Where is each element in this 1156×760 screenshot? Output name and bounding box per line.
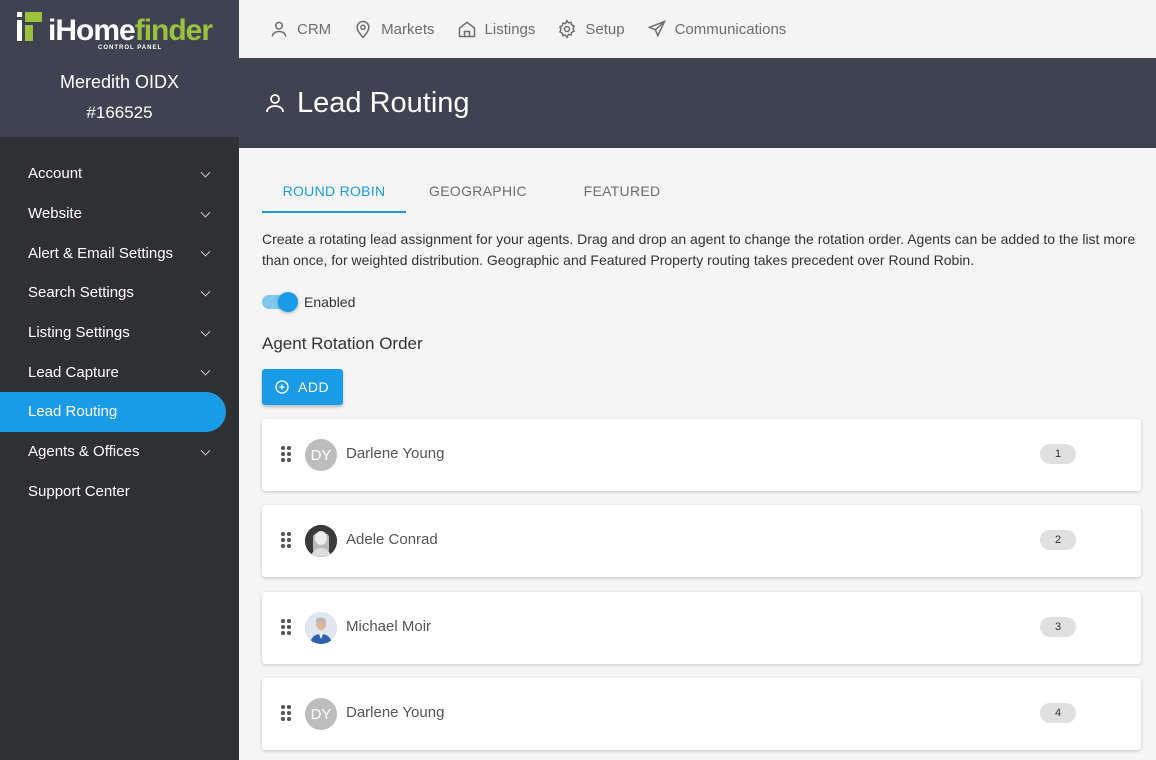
sidebar-item-label: Website <box>28 205 82 223</box>
gear-icon <box>559 19 576 39</box>
sidebar-item-label: Alert & Email Settings <box>28 244 174 262</box>
person-icon <box>271 21 287 37</box>
drag-handle-icon[interactable] <box>281 446 293 464</box>
list-item[interactable]: Adele Conrad 2 <box>262 505 1141 577</box>
avatar: DY <box>305 698 337 730</box>
main-content: ROUND ROBIN GEOGRAPHIC FEATURED Create a… <box>262 148 1141 405</box>
agent-name: Adele Conrad <box>346 531 438 548</box>
chevron-down-icon <box>200 286 211 297</box>
account-name: Meredith OIDX <box>59 72 180 92</box>
drag-handle-icon[interactable] <box>281 619 293 637</box>
drag-handle-icon[interactable] <box>281 705 293 723</box>
page-title: Lead Routing <box>297 86 470 119</box>
house-icon <box>458 21 475 38</box>
rotation-rank-badge: 4 <box>1040 703 1076 723</box>
sidebar-item-label: Support Center <box>28 482 130 500</box>
add-agent-button[interactable]: ADD <box>262 369 344 405</box>
chevron-down-icon <box>200 326 211 337</box>
sidebar-item-lead-routing[interactable]: Lead Routing <box>0 392 226 432</box>
chevron-down-icon <box>200 246 211 257</box>
list-item[interactable]: DY Darlene Young 4 <box>262 678 1141 750</box>
sidebar-item-label: Lead Routing <box>28 403 118 421</box>
top-nav-listings[interactable]: Listings <box>457 19 536 39</box>
send-icon <box>647 20 666 38</box>
chevron-down-icon <box>200 207 211 218</box>
logo-subtitle: CONTROL PANEL <box>98 45 163 51</box>
sidebar-item-agents-offices[interactable]: Agents & Offices <box>0 432 239 472</box>
chevron-down-icon <box>200 167 211 178</box>
sidebar-item-account[interactable]: Account <box>0 154 239 194</box>
page-header: Lead Routing <box>239 58 1156 148</box>
top-nav-markets[interactable]: Markets <box>353 19 435 39</box>
top-nav-label: Markets <box>381 20 435 38</box>
agent-name: Darlene Young <box>346 704 445 721</box>
sidebar-item-search-settings[interactable]: Search Settings <box>0 273 239 313</box>
enabled-toggle-row: Enabled <box>262 292 1141 312</box>
top-nav-label: Setup <box>585 20 625 38</box>
avatar: DY <box>305 439 337 471</box>
rotation-rank-badge: 3 <box>1040 617 1076 637</box>
toggle-knob <box>278 292 298 312</box>
logo-mark-icon <box>17 12 42 41</box>
add-button-label: ADD <box>298 379 330 395</box>
sidebar-item-listing-settings[interactable]: Listing Settings <box>0 313 239 353</box>
list-item[interactable]: DY Darlene Young 1 <box>262 419 1141 491</box>
rotation-rank-badge: 1 <box>1040 444 1076 464</box>
top-nav-label: CRM <box>297 20 332 38</box>
sidebar-item-alert-email-settings[interactable]: Alert & Email Settings <box>0 233 239 273</box>
tab-geographic[interactable]: GEOGRAPHIC <box>406 148 550 213</box>
logo-home: Home <box>55 14 135 47</box>
account-number: #166525 <box>86 103 153 122</box>
top-nav-communications[interactable]: Communications <box>647 19 787 39</box>
top-nav-label: Listings <box>484 20 536 38</box>
rotation-rank-badge: 2 <box>1040 530 1076 550</box>
list-item[interactable]: Michael Moir 3 <box>262 592 1141 664</box>
chevron-down-icon <box>200 365 211 376</box>
routing-tabs: ROUND ROBIN GEOGRAPHIC FEATURED <box>262 148 1141 213</box>
sidebar-item-label: Agents & Offices <box>28 443 140 461</box>
round-robin-description: Create a rotating lead assignment for yo… <box>262 231 1136 268</box>
agent-photo-icon <box>305 525 337 557</box>
sidebar-item-website[interactable]: Website <box>0 194 239 234</box>
sidebar-item-label: Account <box>28 165 83 183</box>
agent-name: Darlene Young <box>346 445 445 462</box>
agent-photo-icon <box>305 612 337 644</box>
top-nav-setup[interactable]: Setup <box>557 19 625 39</box>
logo-wordmark: iHomefinder <box>48 14 213 47</box>
top-nav-label: Communications <box>674 20 787 38</box>
logo-finder: finder <box>134 14 213 47</box>
tab-featured[interactable]: FEATURED <box>550 148 694 213</box>
enabled-toggle-label: Enabled <box>304 294 356 310</box>
ihomefinder-logo[interactable]: iHomefinder CONTROL PANEL <box>16 10 213 51</box>
top-nav: CRM Markets Listings Setup Communication… <box>239 0 1156 58</box>
sidebar-item-support-center[interactable]: Support Center <box>0 472 239 512</box>
map-pin-icon <box>356 20 370 39</box>
top-nav-crm[interactable]: CRM <box>269 19 331 39</box>
person-icon <box>266 94 284 113</box>
tab-round-robin[interactable]: ROUND ROBIN <box>262 148 406 213</box>
add-circle-icon <box>275 380 289 394</box>
agent-name: Michael Moir <box>346 618 432 635</box>
sidebar-item-lead-capture[interactable]: Lead Capture <box>0 352 239 392</box>
avatar <box>305 525 337 557</box>
agent-rotation-title: Agent Rotation Order <box>262 334 423 353</box>
sidebar-item-label: Listing Settings <box>28 324 130 342</box>
drag-handle-icon[interactable] <box>281 532 293 550</box>
sidebar-item-label: Lead Capture <box>28 363 119 381</box>
sidebar-item-label: Search Settings <box>28 284 134 302</box>
sidebar-nav: Account Website Alert & Email Settings S… <box>0 154 239 511</box>
chevron-down-icon <box>200 445 211 456</box>
sidebar: iHomefinder CONTROL PANEL Meredith OIDX … <box>0 0 239 760</box>
avatar <box>305 612 337 644</box>
brand-panel: iHomefinder CONTROL PANEL Meredith OIDX … <box>0 0 239 137</box>
enabled-toggle[interactable] <box>262 292 298 312</box>
